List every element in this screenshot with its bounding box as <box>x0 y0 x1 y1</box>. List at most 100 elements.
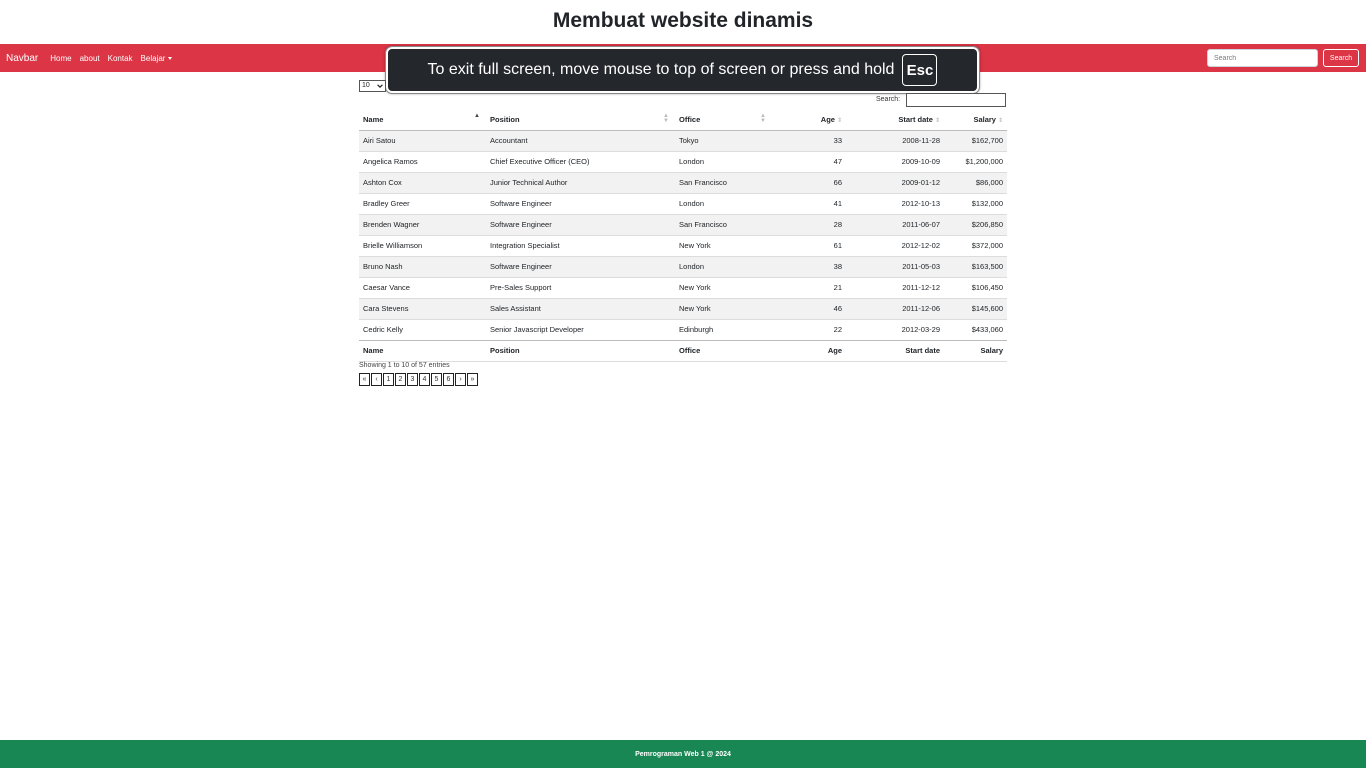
first-page-button[interactable]: « <box>359 373 370 386</box>
cell-position: Sales Assistant <box>486 297 675 319</box>
cell-name: Bradley Greer <box>359 192 486 214</box>
cell-position: Integration Specialist <box>486 234 675 256</box>
column-header-name[interactable]: Name ▲ <box>359 109 486 131</box>
page-length-value: 10 <box>362 82 370 89</box>
navbar-search-button[interactable]: Search <box>1323 49 1359 67</box>
nav-dropdown-label: Belajar <box>140 53 166 63</box>
cell-start-date: 2011-12-12 <box>846 276 944 298</box>
column-header-position[interactable]: Position ▲ ▼ <box>486 109 675 131</box>
column-header-start-date[interactable]: Start date ⇕ <box>846 109 944 131</box>
footer-header-start-date: Start date <box>846 339 944 362</box>
cell-office: Tokyo <box>675 129 772 151</box>
footer-text: Pemrograman Web 1 @ 2024 <box>635 750 731 758</box>
cell-salary: $162,700 <box>944 129 1007 151</box>
cell-position: Pre-Sales Support <box>486 276 675 298</box>
cell-start-date: 2008-11-28 <box>846 129 944 151</box>
cell-age: 21 <box>772 276 846 298</box>
table-header-row: Name ▲ Position ▲ ▼ Office ▲ ▼ Age ⇕ Start dat… <box>359 109 1007 131</box>
navbar-search-input[interactable] <box>1207 49 1318 67</box>
column-header-label: Age <box>820 114 835 124</box>
page-button[interactable]: 5 <box>431 373 442 386</box>
cell-start-date: 2012-12-02 <box>846 234 944 256</box>
next-page-button[interactable]: › <box>455 373 466 386</box>
cell-salary: $163,500 <box>944 255 1007 277</box>
column-header-age[interactable]: Age ⇕ <box>772 109 846 131</box>
page-button[interactable]: 3 <box>407 373 418 386</box>
nav-link-home[interactable]: Home <box>50 54 71 63</box>
cell-office: London <box>675 192 772 214</box>
previous-page-button[interactable]: ‹ <box>371 373 382 386</box>
cell-position: Accountant <box>486 129 675 151</box>
cell-salary: $132,000 <box>944 192 1007 214</box>
cell-office: London <box>675 150 772 172</box>
cell-name: Cara Stevens <box>359 297 486 319</box>
cell-start-date: 2012-10-13 <box>846 192 944 214</box>
footer-header-name: Name <box>359 339 486 362</box>
nav-link-kontak[interactable]: Kontak <box>108 54 133 63</box>
column-header-salary[interactable]: Salary ⇕ <box>944 109 1007 131</box>
nav-dropdown-belajar[interactable]: Belajar <box>141 54 173 63</box>
cell-start-date: 2011-05-03 <box>846 255 944 277</box>
table-row: Angelica Ramos Chief Executive Officer (C… <box>359 150 1007 172</box>
cell-age: 66 <box>772 171 846 193</box>
pagination: «‹ 1 2 3 4 5 6 ›» <box>359 373 479 386</box>
table-row: Cara Stevens Sales Assistant New York 46 201… <box>359 297 1007 319</box>
esc-key-badge: Esc <box>902 54 938 86</box>
cell-age: 22 <box>772 318 846 340</box>
sort-ascending-icon: ▲ <box>474 113 480 119</box>
cell-name: Brenden Wagner <box>359 213 486 235</box>
navbar-brand[interactable]: Navbar <box>6 53 38 64</box>
sort-icon: ▲ ▼ <box>663 113 669 124</box>
cell-salary: $106,450 <box>944 276 1007 298</box>
sort-icon: ⇕ <box>934 117 940 124</box>
page-button[interactable]: 4 <box>419 373 430 386</box>
nav-link-about[interactable]: about <box>80 54 100 63</box>
cell-start-date: 2011-06-07 <box>846 213 944 235</box>
page-title: Membuat website dinamis <box>552 9 814 32</box>
footer-header-position: Position <box>486 339 675 362</box>
cell-office: New York <box>675 297 772 319</box>
table-row: Ashton Cox Junior Technical Author San Fra… <box>359 171 1007 193</box>
cell-position: Software Engineer <box>486 255 675 277</box>
column-header-label: Position <box>490 114 520 124</box>
last-page-button[interactable]: » <box>467 373 478 386</box>
cell-office: New York <box>675 276 772 298</box>
page-button[interactable]: 2 <box>395 373 406 386</box>
table-row: Bruno Nash Software Engineer London 38 2011-… <box>359 255 1007 277</box>
cell-salary: $433,060 <box>944 318 1007 340</box>
cell-position: Junior Technical Author <box>486 171 675 193</box>
column-header-label: Office <box>679 114 701 124</box>
table-search-label: Search: <box>876 96 901 103</box>
table-row: Cedric Kelly Senior Javascript Developer E… <box>359 318 1007 340</box>
page-length-select[interactable]: 10 <box>359 80 386 92</box>
cell-office: San Francisco <box>675 171 772 193</box>
cell-position: Software Engineer <box>486 192 675 214</box>
cell-salary: $145,600 <box>944 297 1007 319</box>
cell-salary: $206,850 <box>944 213 1007 235</box>
sort-icon: ▲ ▼ <box>760 113 766 124</box>
cell-salary: $1,200,000 <box>944 150 1007 172</box>
cell-office: Edinburgh <box>675 318 772 340</box>
cell-start-date: 2009-01-12 <box>846 171 944 193</box>
cell-start-date: 2011-12-06 <box>846 297 944 319</box>
page-button[interactable]: 1 <box>383 373 394 386</box>
table-row: Bradley Greer Software Engineer London 41 20… <box>359 192 1007 214</box>
cell-office: San Francisco <box>675 213 772 235</box>
cell-age: 41 <box>772 192 846 214</box>
column-header-label: Name <box>363 114 384 124</box>
column-header-label: Start date <box>898 114 933 124</box>
fullscreen-exit-notice: To exit full screen, move mouse to top o… <box>385 46 980 94</box>
cell-age: 46 <box>772 297 846 319</box>
cell-start-date: 2012-03-29 <box>846 318 944 340</box>
table-search-input[interactable] <box>906 93 1006 107</box>
column-header-office[interactable]: Office ▲ ▼ <box>675 109 772 131</box>
footer-header-age: Age <box>772 339 846 362</box>
cell-age: 33 <box>772 129 846 151</box>
data-table: Name ▲ Position ▲ ▼ Office ▲ ▼ Age ⇕ Start dat… <box>359 109 1007 362</box>
cell-name: Ashton Cox <box>359 171 486 193</box>
cell-office: London <box>675 255 772 277</box>
page-button[interactable]: 6 <box>443 373 454 386</box>
cell-name: Airi Satou <box>359 129 486 151</box>
table-row: Brenden Wagner Software Engineer San Franc… <box>359 213 1007 235</box>
cell-name: Angelica Ramos <box>359 150 486 172</box>
